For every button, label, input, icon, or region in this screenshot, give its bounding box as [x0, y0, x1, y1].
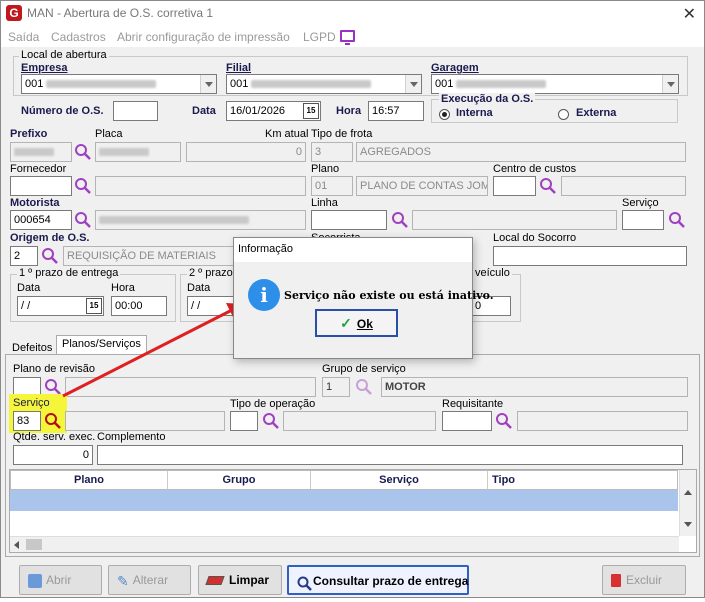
- info-dialog: Informação i Serviço não existe ou está …: [233, 237, 494, 359]
- dialog-title: Informação: [234, 238, 472, 262]
- dialog-body: i Serviço não existe ou está inativo. ✓ O…: [234, 262, 494, 358]
- dialog-message: Serviço não existe ou está inativo.: [284, 289, 494, 302]
- ok-button[interactable]: ✓ Ok: [315, 309, 398, 337]
- info-icon: i: [248, 279, 280, 311]
- checkmark-icon: ✓: [340, 315, 352, 331]
